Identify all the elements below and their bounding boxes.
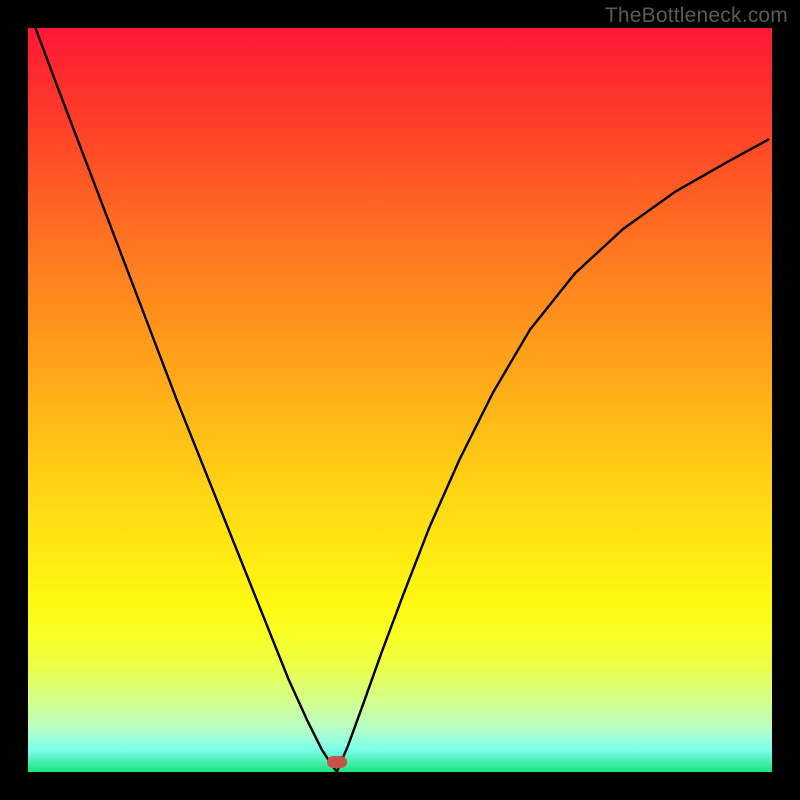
watermark-text: TheBottleneck.com bbox=[605, 4, 788, 28]
bottleneck-curve bbox=[28, 28, 772, 772]
optimal-point-marker bbox=[327, 756, 347, 768]
